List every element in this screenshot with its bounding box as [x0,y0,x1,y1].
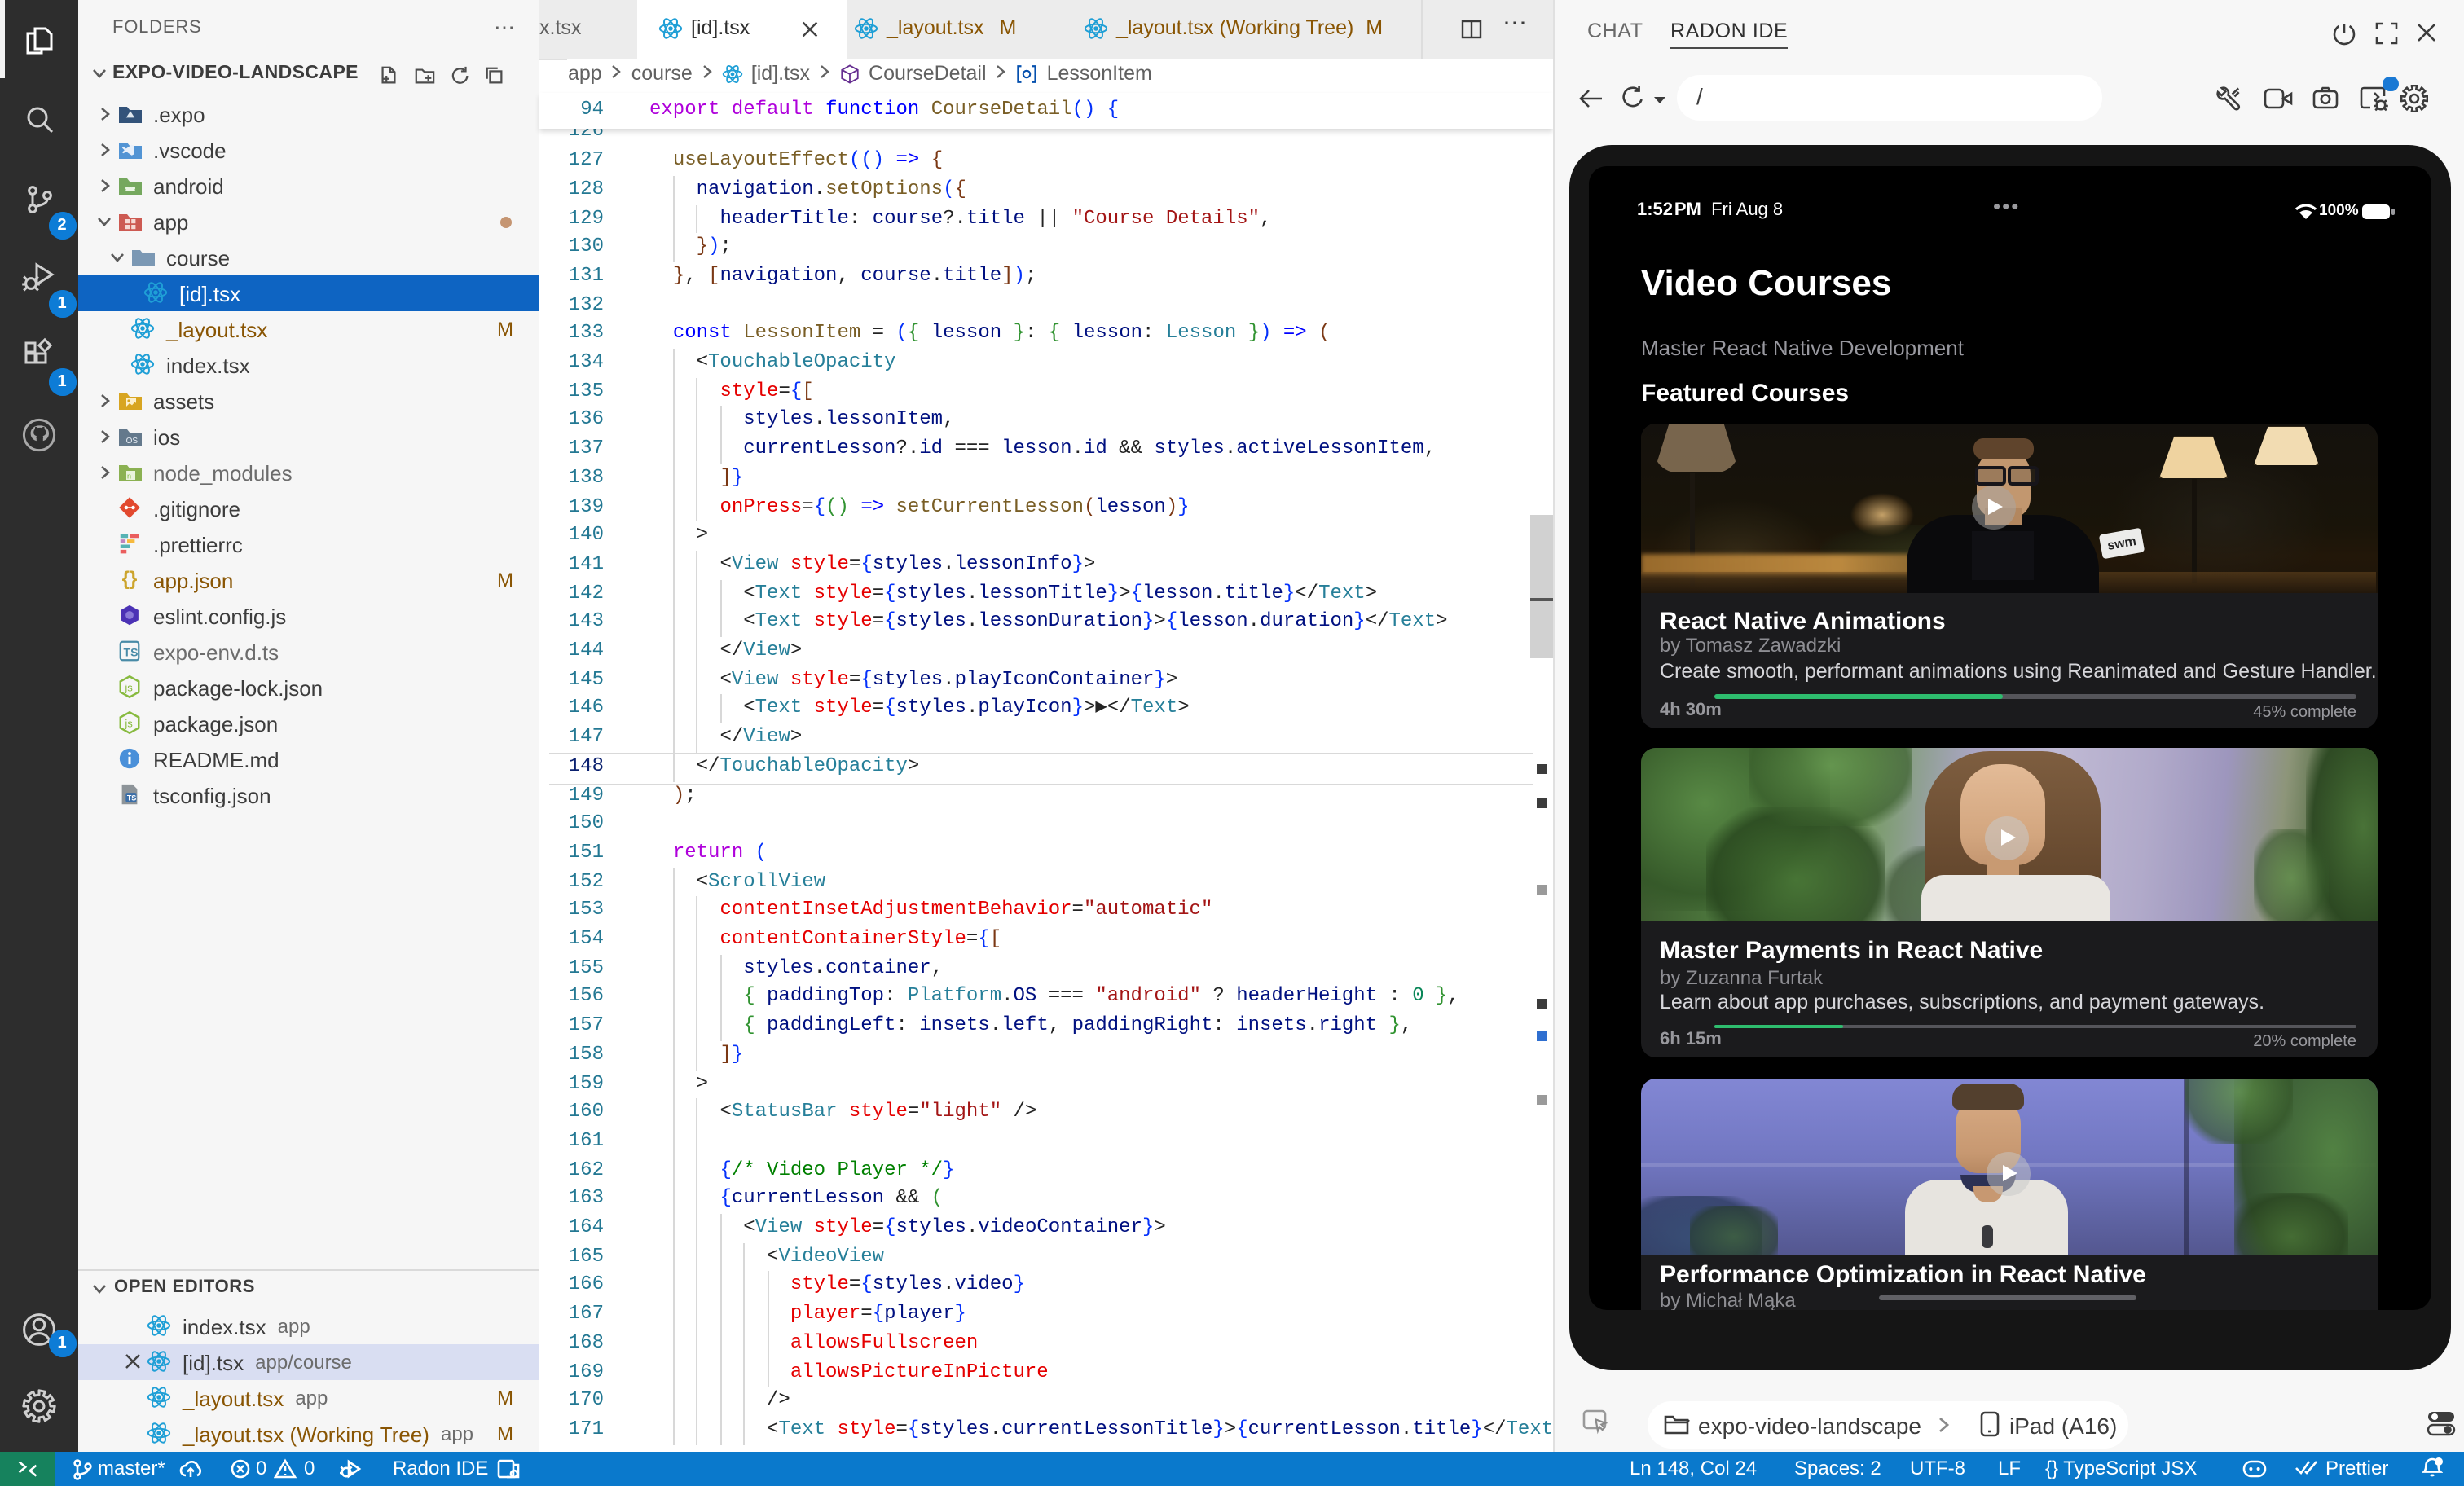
svg-text:iOS: iOS [124,437,138,446]
svg-text:TS: TS [127,794,137,802]
svg-text:TS: TS [124,646,139,659]
svg-text:js: js [124,718,133,730]
svg-text:n: n [127,473,131,481]
svg-text:js: js [124,682,133,694]
